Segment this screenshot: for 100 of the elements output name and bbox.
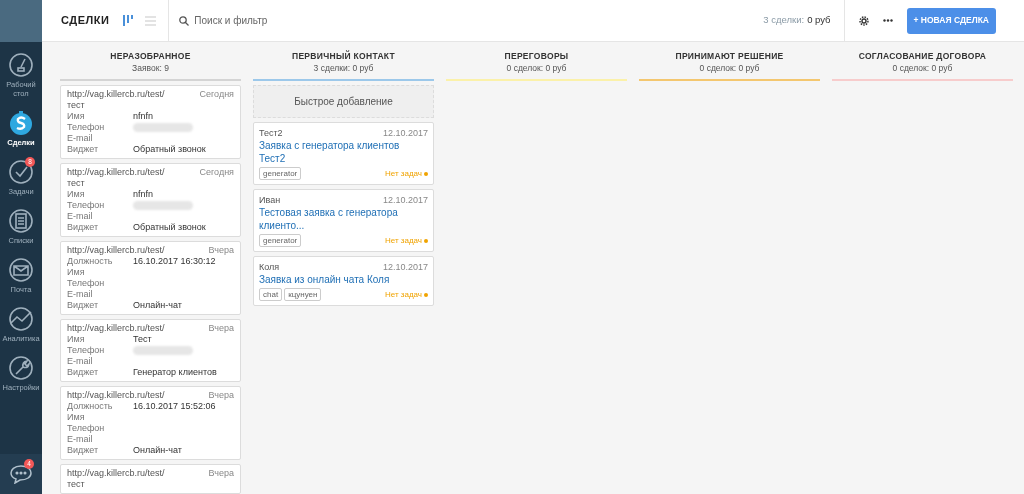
lead-note: тест bbox=[67, 479, 85, 490]
lead-url: http://vag.killercb.ru/test/ bbox=[67, 245, 165, 256]
lead-date: Вчера bbox=[208, 245, 234, 256]
lead-date: Сегодня bbox=[199, 89, 234, 100]
column-summary: 0 сделок: 0 руб bbox=[699, 62, 760, 74]
tag[interactable]: generator bbox=[259, 234, 302, 247]
contact-name: Тест2 bbox=[259, 127, 283, 139]
tag[interactable]: кцунуен bbox=[284, 288, 322, 301]
lead-url: http://vag.killercb.ru/test/ bbox=[67, 323, 165, 334]
column-summary: 3 сделки: 0 руб bbox=[313, 62, 374, 74]
chat-icon[interactable] bbox=[10, 464, 32, 484]
deal-card[interactable]: Коля 12.10.2017 Заявка из онлайн чата Коля chat кцунуен Нет задач bbox=[253, 256, 434, 306]
column-title: СОГЛАСОВАНИЕ ДОГОВОРА bbox=[858, 50, 987, 62]
list-icon bbox=[8, 208, 34, 234]
search-icon bbox=[179, 15, 190, 26]
field-label: Имя bbox=[67, 412, 86, 423]
lead-url: http://vag.killercb.ru/test/ bbox=[67, 167, 165, 178]
field-value: Генератор клиентов bbox=[133, 367, 217, 378]
field-label: Виджет bbox=[67, 445, 100, 456]
deal-card[interactable]: Иван 12.10.2017 Тестовая заявка с генератора клиенто... generator Нет задач bbox=[253, 189, 434, 252]
gauge-icon bbox=[8, 52, 34, 78]
field-label: Виджет bbox=[67, 144, 100, 155]
field-label: Телефон bbox=[67, 345, 106, 356]
field-label: E-mail bbox=[67, 434, 94, 445]
field-label: Виджет bbox=[67, 300, 100, 311]
field-label: E-mail bbox=[67, 211, 94, 222]
field-value: 16.10.2017 15:52:06 bbox=[133, 401, 216, 412]
field-label: Телефон bbox=[67, 122, 106, 133]
field-value: nfnfn bbox=[133, 189, 154, 200]
task-status: Нет задач bbox=[384, 234, 422, 247]
field-value: nfnfn bbox=[133, 111, 154, 122]
tag[interactable]: generator bbox=[259, 167, 302, 180]
wrench-icon bbox=[8, 355, 34, 381]
task-status: Нет задач bbox=[384, 288, 422, 301]
deal-title-link[interactable]: Заявка с генератора клиентов Тест2 bbox=[259, 139, 428, 165]
contact-name: Коля bbox=[259, 261, 280, 273]
deal-date: 12.10.2017 bbox=[382, 194, 428, 206]
field-value: Онлайн-чат bbox=[133, 300, 182, 311]
lead-card[interactable]: http://vag.killercb.ru/test/ Вчера тест bbox=[60, 464, 241, 494]
column-title: НЕРАЗОБРАННОЕ bbox=[110, 50, 191, 62]
deal-title-link[interactable]: Заявка из онлайн чата Коля bbox=[259, 273, 390, 286]
column-summary: 0 сделок: 0 руб bbox=[892, 62, 953, 74]
lead-url: http://vag.killercb.ru/test/ bbox=[67, 89, 165, 100]
lead-card[interactable]: http://vag.killercb.ru/test/ Сегодня тест Имя nfnfn Телефон E-mail Виджет Обратный звонок bbox=[60, 163, 241, 237]
field-label: Телефон bbox=[67, 200, 106, 211]
deal-card[interactable]: Тест2 12.10.2017 Заявка с генератора клиентов Тест2 generator Нет задач bbox=[253, 122, 434, 185]
page-title: СДЕЛКИ bbox=[61, 13, 110, 29]
field-label: E-mail bbox=[67, 289, 94, 300]
lead-url: http://vag.killercb.ru/test/ bbox=[67, 468, 165, 479]
lead-date: Вчера bbox=[208, 323, 234, 334]
column-title: ПРИНИМАЮТ РЕШЕНИЕ bbox=[675, 50, 784, 62]
photo-placeholder bbox=[0, 0, 42, 42]
pipeline-view-icon[interactable] bbox=[123, 15, 134, 26]
deals-count: 3 сделки: bbox=[763, 13, 805, 28]
lead-date: Вчера bbox=[208, 468, 234, 479]
column-title: ПЕРВИЧНЫЙ КОНТАКТ bbox=[292, 50, 395, 62]
field-label: Должность bbox=[67, 401, 114, 412]
new-deal-button[interactable]: + НОВАЯ СДЕЛКА bbox=[906, 7, 996, 34]
field-label: Имя bbox=[67, 267, 86, 278]
deal-date: 12.10.2017 bbox=[382, 127, 428, 139]
check-icon bbox=[8, 159, 34, 185]
more-icon[interactable] bbox=[882, 19, 893, 22]
mail-icon bbox=[8, 257, 34, 283]
column-title: ПЕРЕГОВОРЫ bbox=[504, 50, 569, 62]
lead-card[interactable]: http://vag.killercb.ru/test/ Вчера Должность 16.10.2017 15:52:06 Имя Телефон E-mail Виджет Онлайн-чат bbox=[60, 386, 241, 460]
column-summary: Заявок: 9 bbox=[132, 62, 169, 74]
field-value: Обратный звонок bbox=[133, 144, 206, 155]
deal-date: 12.10.2017 bbox=[382, 261, 428, 273]
field-label: Телефон bbox=[67, 278, 106, 289]
tag[interactable]: chat bbox=[259, 288, 283, 301]
field-label: Телефон bbox=[67, 423, 106, 434]
field-label: E-mail bbox=[67, 133, 94, 144]
field-value: Обратный звонок bbox=[133, 222, 206, 233]
search-field[interactable]: Поиск и фильтр bbox=[194, 13, 729, 28]
field-value: 16.10.2017 16:30:12 bbox=[133, 256, 216, 267]
field-value: Онлайн-чат bbox=[133, 445, 182, 456]
lead-url: http://vag.killercb.ru/test/ bbox=[67, 390, 165, 401]
field-label: E-mail bbox=[67, 356, 94, 367]
chart-icon bbox=[8, 306, 34, 332]
field-label: Должность bbox=[67, 256, 114, 267]
deals-sum: 0 руб bbox=[807, 13, 831, 28]
field-label: Виджет bbox=[67, 367, 100, 378]
lead-card[interactable]: http://vag.killercb.ru/test/ Вчера Имя Тест Телефон E-mail Виджет Генератор клиентов bbox=[60, 319, 241, 382]
field-label: Имя bbox=[67, 189, 86, 200]
field-label: Имя bbox=[67, 111, 86, 122]
quick-add-button[interactable]: Быстрое добавление bbox=[253, 85, 434, 118]
lead-note: тест bbox=[67, 178, 85, 189]
settings-icon[interactable] bbox=[858, 15, 869, 26]
lead-date: Сегодня bbox=[199, 167, 234, 178]
lead-date: Вчера bbox=[208, 390, 234, 401]
task-status: Нет задач bbox=[384, 167, 422, 180]
field-label: Имя bbox=[67, 334, 86, 345]
deal-title-link[interactable]: Тестовая заявка с генератора клиенто... bbox=[259, 206, 428, 232]
lead-note: тест bbox=[67, 100, 85, 111]
field-label: Виджет bbox=[67, 222, 100, 233]
lead-card[interactable]: http://vag.killercb.ru/test/ Сегодня тест Имя nfnfn Телефон E-mail Виджет Обратный звонок bbox=[60, 85, 241, 159]
dollar-icon bbox=[8, 110, 34, 136]
lead-card[interactable]: http://vag.killercb.ru/test/ Вчера Должность 16.10.2017 16:30:12 Имя Телефон E-mail Виджет Онлайн-чат bbox=[60, 241, 241, 315]
contact-name: Иван bbox=[259, 194, 281, 206]
column-summary: 0 сделок: 0 руб bbox=[506, 62, 567, 74]
